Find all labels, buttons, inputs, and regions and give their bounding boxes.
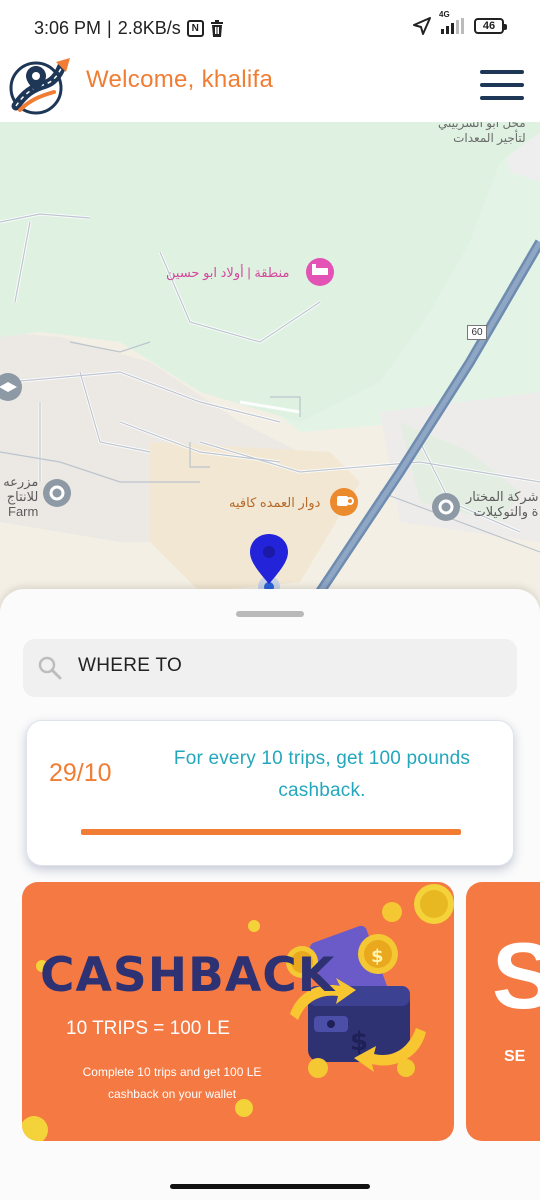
map-view[interactable]: محل ابو الشربيني لتأجير المعدات منطقة | …	[0, 122, 540, 622]
cashback-banner[interactable]: $ $ CASHBACK 10 TRIPS = 100 LE Complete …	[22, 882, 454, 1141]
sheet-drag-handle[interactable]	[236, 611, 304, 617]
farm-poi-icon	[43, 479, 71, 507]
battery-icon: 46	[474, 18, 507, 34]
status-time: 3:06 PM	[34, 18, 102, 38]
signal-icon: 4G	[439, 10, 464, 34]
map-label-farm: مزرعه للانتاج Farm	[3, 474, 39, 519]
location-arrow-icon	[413, 17, 431, 35]
promo-banner-carousel[interactable]: $ $ CASHBACK 10 TRIPS = 100 LE Complete …	[0, 882, 540, 1142]
status-left: 3:06 PM | 2.8KB/s N	[34, 18, 224, 39]
second-banner-letter: S	[492, 923, 540, 1028]
app-header: Welcome, khalifa	[0, 50, 540, 122]
cashback-progress-card[interactable]: 29/10 For every 10 trips, get 100 pounds…	[26, 720, 514, 866]
route-logo-icon	[9, 58, 70, 115]
trash-icon	[210, 20, 223, 37]
battery-level: 46	[482, 20, 496, 32]
map-canvas	[0, 122, 540, 622]
network-type: 4G	[439, 10, 450, 19]
second-banner-label: SE	[504, 1048, 526, 1065]
banner-description: Complete 10 trips and get 100 LE cashbac…	[82, 1065, 262, 1101]
welcome-text: Welcome, khalifa	[86, 66, 274, 93]
status-bar: 3:06 PM | 2.8KB/s N 4G 46	[0, 0, 540, 50]
progress-fill	[81, 829, 461, 835]
promo-text: For every 10 trips, get 100 pounds cashb…	[173, 748, 471, 801]
road-number-badge: 60	[467, 325, 487, 340]
search-placeholder: WHERE TO	[78, 655, 183, 676]
banner-title: CASHBACK	[40, 948, 336, 1003]
app-screen: 3:06 PM | 2.8KB/s N 4G 46 Welcome, khali…	[0, 0, 540, 1200]
bottom-sheet: WHERE TO 29/10 For every 10 trips, get 1…	[0, 589, 540, 1200]
nfc-icon: N	[186, 20, 204, 37]
cafe-poi-icon	[330, 488, 358, 516]
svg-text:$: $	[371, 946, 384, 967]
home-indicator[interactable]	[170, 1184, 370, 1189]
map-label-shop: محل ابو الشربيني لتأجير المعدات	[438, 122, 526, 145]
map-label-area: منطقة | أولاد ابو حسين	[166, 265, 290, 280]
map-label-company: شركة المختار ة والتوكيلات	[466, 489, 539, 519]
progress-bar	[81, 829, 461, 835]
map-label-cafe: دوار العمده كافيه	[229, 495, 321, 510]
company-poi-icon	[432, 493, 460, 521]
second-banner[interactable]: S SE	[466, 882, 540, 1141]
where-to-search[interactable]: WHERE TO	[23, 639, 517, 697]
trip-count: 29/10	[49, 759, 112, 787]
search-icon	[38, 656, 62, 680]
network-speed: 2.8KB/s	[117, 18, 181, 38]
hamburger-menu-icon[interactable]	[480, 70, 524, 100]
hotel-poi-icon	[306, 258, 334, 286]
status-right: 4G 46	[413, 10, 507, 35]
banner-subtitle: 10 TRIPS = 100 LE	[66, 1018, 230, 1039]
